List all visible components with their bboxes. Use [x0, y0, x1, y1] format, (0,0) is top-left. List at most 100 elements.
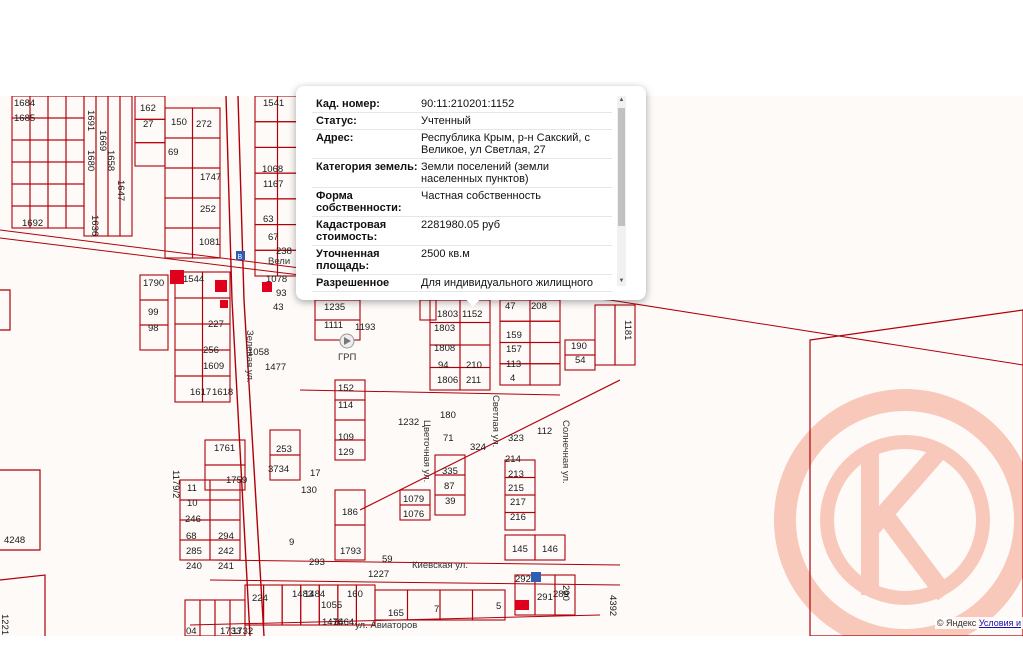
gas-station-marker-icon[interactable]	[339, 333, 355, 349]
parcel-number[interactable]: 1055	[321, 600, 342, 611]
parcel-number[interactable]: 1544	[183, 274, 204, 285]
parcel-number[interactable]: 39	[445, 496, 456, 507]
parcel-number[interactable]: 11	[187, 483, 197, 494]
parcel-number[interactable]: 240	[186, 561, 202, 572]
parcel-number[interactable]: 162	[140, 103, 156, 114]
parcel-number[interactable]: 272	[196, 119, 212, 130]
parcel-info-popup[interactable]: Кад. номер: 90:11:210201:1152 Статус: Учтен…	[296, 86, 646, 300]
parcel-number[interactable]: 152	[338, 383, 354, 394]
parcel-number[interactable]: 157	[506, 344, 522, 355]
parcel-number[interactable]: 323	[508, 433, 524, 444]
parcel-number[interactable]: 94	[438, 360, 449, 371]
parcel-number[interactable]: 242	[218, 546, 234, 557]
parcel-number[interactable]: 4248	[4, 535, 25, 546]
parcel-number[interactable]: 146	[542, 544, 558, 555]
parcel-number[interactable]: 1647	[115, 180, 126, 201]
parcel-number[interactable]: 208	[531, 301, 547, 312]
parcel-number[interactable]: 159	[506, 330, 522, 341]
parcel-number[interactable]: 1808	[434, 343, 455, 354]
parcel-number[interactable]: 1692	[22, 218, 43, 229]
parcel-number[interactable]: 1803	[434, 323, 455, 334]
parcel-number[interactable]: 1685	[14, 113, 35, 124]
parcel-number[interactable]: 324	[470, 442, 486, 453]
house-marker-icon[interactable]	[531, 572, 541, 582]
parcel-number[interactable]: 241	[218, 561, 234, 572]
parcel-number[interactable]: 1079	[403, 494, 424, 505]
parcel-number[interactable]: 1227	[368, 569, 389, 580]
parcel-number[interactable]: 5	[496, 601, 501, 612]
parcel-number[interactable]: 1680	[85, 150, 96, 171]
parcel-number[interactable]: 1179/2	[170, 470, 181, 498]
parcel-number[interactable]: 63	[263, 214, 274, 225]
parcel-number[interactable]: 335	[442, 466, 458, 477]
parcel-number[interactable]: 1684	[14, 98, 35, 109]
parcel-number[interactable]: 290	[560, 585, 571, 601]
parcel-number[interactable]: 7	[434, 604, 439, 615]
parcel-number[interactable]: 1541	[263, 98, 284, 109]
parcel-number[interactable]: 1076	[403, 509, 424, 520]
parcel-number[interactable]: 1111	[324, 320, 343, 331]
parcel-number[interactable]: 252	[200, 204, 216, 215]
parcel-number[interactable]: 1464	[333, 617, 354, 628]
parcel-number[interactable]: 150	[171, 117, 187, 128]
parcel-number[interactable]: 98	[148, 323, 159, 334]
parcel-number[interactable]: 1618	[212, 387, 233, 398]
parcel-number[interactable]: 1793	[340, 546, 361, 557]
parcel-number[interactable]: 1484	[304, 589, 325, 600]
parcel-number[interactable]: 180	[440, 410, 456, 421]
parcel-number[interactable]: 1081	[199, 237, 220, 248]
parcel-number[interactable]: 130	[301, 485, 317, 496]
parcel-number[interactable]: 1167	[263, 179, 283, 190]
parcel-number[interactable]: 214	[505, 454, 521, 465]
parcel-number[interactable]: 04	[186, 626, 197, 636]
parcel-number[interactable]: 216	[510, 512, 526, 523]
parcel-number[interactable]: 114	[338, 400, 353, 411]
parcel-number[interactable]: 1181	[622, 320, 633, 340]
parcel-number[interactable]: 4	[510, 373, 515, 384]
parcel-number[interactable]: 71	[443, 433, 454, 444]
parcel-number[interactable]: 291	[537, 592, 553, 603]
parcel-number[interactable]: 1806	[437, 375, 458, 386]
parcel-number[interactable]: 99	[148, 307, 159, 318]
parcel-number[interactable]: 67	[268, 232, 279, 243]
parcel-number[interactable]: 1068	[262, 164, 283, 175]
popup-scrollbar[interactable]: ▲ ▼	[617, 96, 626, 286]
parcel-number[interactable]: 43	[273, 302, 284, 313]
parcel-number[interactable]: 213	[508, 469, 524, 480]
parcel-number[interactable]: 1759	[226, 475, 247, 486]
parcel-number[interactable]: 10	[187, 498, 198, 509]
parcel-number[interactable]: 9	[289, 537, 294, 548]
parcel-number[interactable]: 292	[515, 574, 531, 585]
parcel-number[interactable]: 113	[506, 359, 521, 370]
parcel-number[interactable]: 227	[208, 319, 224, 330]
parcel-number[interactable]: 285	[186, 546, 202, 557]
parcel-number[interactable]: 1658	[105, 150, 116, 171]
parcel-number[interactable]: 93	[276, 288, 287, 299]
parcel-number[interactable]: 224	[252, 593, 268, 604]
parcel-number[interactable]: 1761	[214, 443, 235, 454]
scroll-up-icon[interactable]: ▲	[617, 96, 626, 105]
parcel-number[interactable]: 1477	[265, 362, 286, 373]
parcel-number[interactable]: 1235	[324, 302, 345, 313]
scroll-down-icon[interactable]: ▼	[617, 277, 626, 286]
parcel-number[interactable]: 1232	[398, 417, 419, 428]
parcel-number[interactable]: 1732	[232, 626, 253, 636]
parcel-number[interactable]: 109	[338, 432, 354, 443]
parcel-number[interactable]: 246	[185, 514, 201, 525]
parcel-number[interactable]: 1609	[203, 361, 224, 372]
parcel-number[interactable]: 68	[186, 531, 197, 542]
parcel-number[interactable]: 293	[309, 557, 325, 568]
parcel-number[interactable]: 215	[508, 483, 524, 494]
parcel-number[interactable]: 1691	[85, 110, 96, 131]
parcel-number[interactable]: 1636	[89, 215, 100, 236]
parcel-number[interactable]: 69	[168, 147, 179, 158]
parcel-number[interactable]: 186	[342, 507, 358, 518]
parcel-number[interactable]: 4392	[607, 595, 618, 616]
parcel-number[interactable]: 1221	[0, 614, 10, 635]
terms-link[interactable]: Условия и	[979, 618, 1021, 628]
parcel-number[interactable]: 129	[338, 447, 354, 458]
parcel-number[interactable]: 54	[575, 355, 586, 366]
parcel-number[interactable]: 160	[347, 589, 363, 600]
parcel-number[interactable]: 112	[537, 426, 552, 437]
parcel-number[interactable]: 1790	[143, 278, 164, 289]
